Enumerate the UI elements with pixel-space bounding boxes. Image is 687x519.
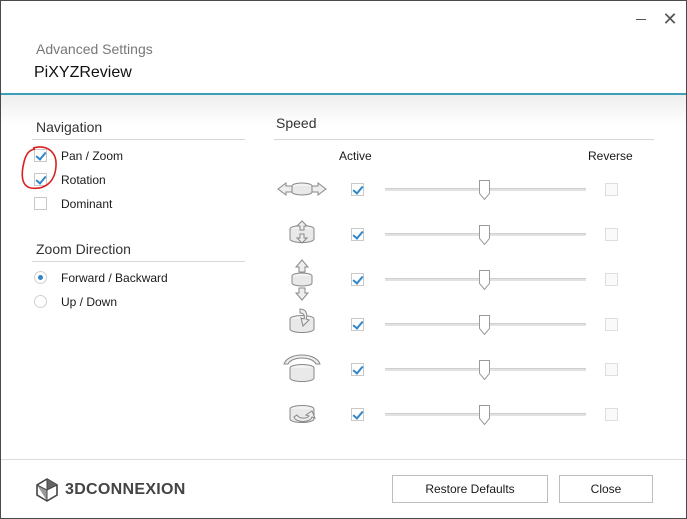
3dconnexion-logo-icon bbox=[36, 478, 58, 502]
speed-slider-thumb-4[interactable] bbox=[479, 315, 490, 335]
pan-up-down-icon bbox=[274, 258, 330, 302]
tilt-icon bbox=[274, 303, 330, 347]
zoom-in-out-icon bbox=[274, 213, 330, 257]
window-subtitle: Advanced Settings bbox=[36, 41, 153, 57]
red-circle-annotation bbox=[21, 146, 57, 190]
navigation-heading: Navigation bbox=[36, 119, 103, 135]
restore-defaults-button[interactable]: Restore Defaults bbox=[392, 475, 548, 503]
header-shadow bbox=[1, 95, 686, 125]
up-down-radio[interactable] bbox=[34, 295, 47, 308]
speed-slider-thumb-3[interactable] bbox=[479, 270, 490, 290]
rotation-label: Rotation bbox=[61, 173, 106, 187]
dominant-checkbox[interactable] bbox=[34, 197, 47, 210]
zoom-direction-heading: Zoom Direction bbox=[36, 241, 131, 257]
active-checkbox-2[interactable] bbox=[351, 228, 364, 241]
up-down-label: Up / Down bbox=[61, 295, 118, 309]
reverse-checkbox-1[interactable] bbox=[605, 183, 618, 196]
reverse-column-header: Reverse bbox=[588, 149, 633, 163]
active-column-header: Active bbox=[339, 149, 372, 163]
active-checkbox-3[interactable] bbox=[351, 273, 364, 286]
forward-backward-radio[interactable] bbox=[34, 271, 47, 284]
zoom-direction-divider bbox=[32, 261, 245, 262]
spin-icon bbox=[274, 393, 330, 437]
reverse-checkbox-2[interactable] bbox=[605, 228, 618, 241]
speed-slider-thumb-5[interactable] bbox=[479, 360, 490, 380]
speed-slider-thumb-6[interactable] bbox=[479, 405, 490, 425]
roll-icon bbox=[274, 348, 330, 392]
forward-backward-label: Forward / Backward bbox=[61, 271, 168, 285]
brand-logo: 3DCONNEXION bbox=[35, 477, 186, 503]
speed-divider bbox=[274, 139, 654, 140]
minimize-icon[interactable] bbox=[631, 9, 651, 29]
speed-slider-thumb-2[interactable] bbox=[479, 225, 490, 245]
window-title: PiXYZReview bbox=[34, 64, 132, 81]
close-icon[interactable]: ✕ bbox=[660, 9, 680, 29]
navigation-divider bbox=[32, 139, 245, 140]
active-checkbox-6[interactable] bbox=[351, 408, 364, 421]
reverse-checkbox-3[interactable] bbox=[605, 273, 618, 286]
active-checkbox-1[interactable] bbox=[351, 183, 364, 196]
reverse-checkbox-6[interactable] bbox=[605, 408, 618, 421]
pan-zoom-label: Pan / Zoom bbox=[61, 149, 124, 163]
reverse-checkbox-5[interactable] bbox=[605, 363, 618, 376]
pan-left-right-icon bbox=[274, 167, 330, 211]
active-checkbox-5[interactable] bbox=[351, 363, 364, 376]
speed-slider-thumb-1[interactable] bbox=[479, 180, 490, 200]
advanced-settings-window: ✕ Advanced Settings PiXYZReview Navigati… bbox=[0, 0, 687, 519]
dominant-label: Dominant bbox=[61, 197, 113, 211]
reverse-checkbox-4[interactable] bbox=[605, 318, 618, 331]
active-checkbox-4[interactable] bbox=[351, 318, 364, 331]
logo-text: 3DCONNEXION bbox=[65, 481, 186, 498]
close-button[interactable]: Close bbox=[559, 475, 653, 503]
speed-heading: Speed bbox=[276, 115, 317, 131]
